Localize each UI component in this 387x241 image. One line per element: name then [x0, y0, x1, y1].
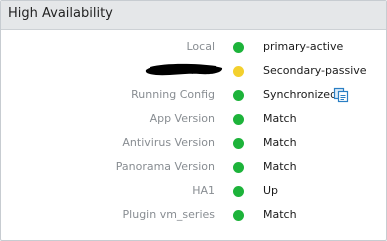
status-dot-green: [233, 162, 244, 173]
row-label: App Version: [149, 112, 215, 125]
row-value: Match: [263, 136, 297, 149]
redaction-mark: [145, 63, 223, 76]
status-dot-green: [233, 90, 244, 101]
row-value: Secondary-passive: [263, 64, 367, 77]
ha-row-ha1: HA1 Up: [1, 181, 386, 201]
status-dot-green: [233, 42, 244, 53]
status-dot-green: [233, 186, 244, 197]
row-label: Running Config: [131, 88, 215, 101]
widget-title: High Availability: [8, 6, 113, 21]
widget-header: High Availability: [1, 1, 386, 30]
ha-row-app-version: App Version Match: [1, 109, 386, 129]
row-label: Plugin vm_series: [122, 208, 215, 221]
status-dot-green: [233, 138, 244, 149]
row-value: Match: [263, 112, 297, 125]
row-value: Synchronized: [263, 88, 338, 101]
high-availability-widget: High Availability Local primary-active P…: [0, 0, 387, 241]
ha-row-peer: Peer Secondary-passive: [1, 61, 386, 81]
sync-config-icon[interactable]: [333, 87, 349, 103]
ha-row-antivirus-version: Antivirus Version Match: [1, 133, 386, 153]
ha-row-local: Local primary-active: [1, 37, 386, 57]
ha-row-plugin-vm-series: Plugin vm_series Match: [1, 205, 386, 225]
row-label: Panorama Version: [115, 160, 215, 173]
status-dot-yellow: [233, 66, 244, 77]
row-value: Match: [263, 208, 297, 221]
ha-row-running-config: Running Config Synchronized: [1, 85, 386, 105]
row-value: Match: [263, 160, 297, 173]
status-dot-green: [233, 210, 244, 221]
row-label: Antivirus Version: [122, 136, 215, 149]
row-value: Up: [263, 184, 279, 197]
status-dot-green: [233, 114, 244, 125]
row-label: HA1: [192, 184, 215, 197]
row-label: Local: [186, 40, 215, 53]
ha-row-panorama-version: Panorama Version Match: [1, 157, 386, 177]
row-value: primary-active: [263, 40, 344, 53]
